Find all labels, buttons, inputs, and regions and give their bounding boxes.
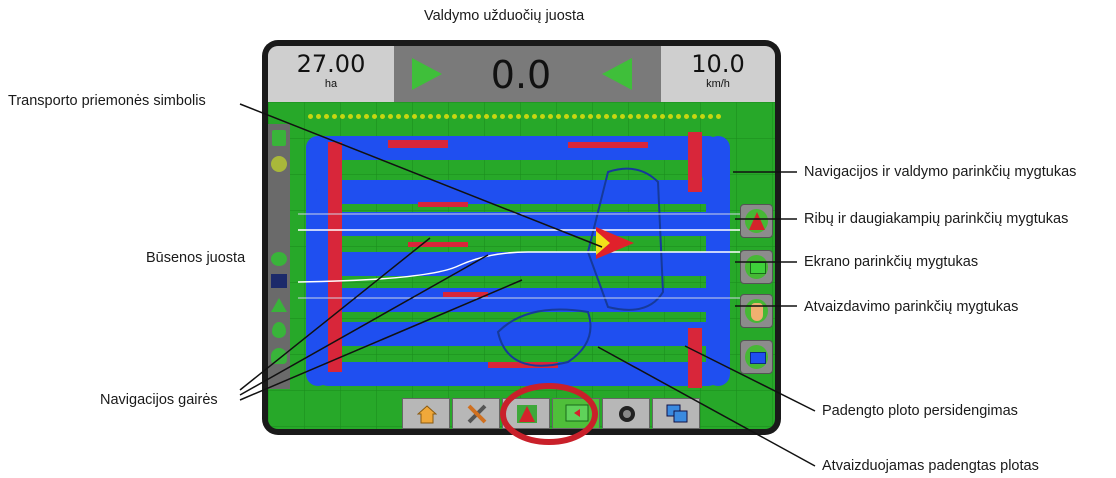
status-bar	[268, 124, 290, 389]
guidance-arrow-icon	[749, 212, 765, 230]
overlap-tab[interactable]	[652, 398, 700, 429]
guidance-map[interactable]	[268, 102, 775, 429]
home-icon	[417, 405, 437, 424]
speed-value: 10.0	[691, 50, 745, 78]
camera-tab[interactable]	[602, 398, 650, 429]
boundary-options-button[interactable]	[740, 250, 773, 284]
coverage-map-graphic	[268, 102, 775, 429]
overlap-icon	[666, 404, 688, 423]
camera-icon	[619, 406, 635, 422]
steering-status-icon	[271, 252, 287, 266]
options-column	[740, 102, 775, 429]
implement-status-icon	[271, 274, 287, 288]
callout-applied-area: Atvaizduojamas padengtas plotas	[822, 458, 1039, 474]
mapping-layer-icon	[750, 352, 766, 364]
vehicle-view-icon	[517, 405, 537, 423]
area-unit: ha	[324, 78, 338, 90]
speed-unit: km/h	[706, 78, 730, 90]
callout-guidance-lines: Navigacijos gairės	[100, 392, 218, 408]
callout-task-bar: Valdymo užduočių juosta	[424, 8, 585, 24]
callout-status-bar: Būsenos juosta	[146, 250, 246, 266]
guidance-screen-tab[interactable]	[552, 398, 600, 429]
drop-status-icon	[272, 322, 286, 338]
callout-boundary-options-button: Ribų ir daugiakampių parinkčių mygtukas	[804, 211, 1069, 227]
guidance-screen-icon	[565, 404, 589, 422]
boom-status-icon	[271, 348, 287, 364]
pointing-hand-icon	[751, 303, 763, 321]
center-readout: 0.0	[490, 53, 552, 97]
boundary-polygon-icon	[750, 262, 766, 274]
guidance-options-button[interactable]	[740, 204, 773, 238]
home-tab[interactable]	[402, 398, 450, 429]
callout-overlap: Padengto ploto persidengimas	[822, 403, 1018, 419]
console-screen: 27.00 ha 0.0 10.0 km/h	[262, 40, 781, 435]
tools-icon	[467, 404, 487, 424]
callout-vehicle-symbol: Transporto priemonės simbolis	[8, 93, 206, 109]
play-left-triangle-icon	[602, 58, 632, 90]
area-value: 27.00	[296, 50, 366, 78]
gnss-status-icon	[271, 156, 287, 172]
mapping-options-button[interactable]	[740, 340, 773, 374]
play-right-triangle-icon	[412, 58, 442, 90]
task-bar	[402, 398, 740, 429]
screen-options-button[interactable]	[740, 294, 773, 328]
area-readout[interactable]: 27.00 ha	[268, 46, 394, 102]
callout-mapping-options-button: Atvaizdavimo parinkčių mygtukas	[804, 299, 1019, 315]
dashboard-bar: 27.00 ha 0.0 10.0 km/h	[268, 46, 775, 102]
speed-readout[interactable]: 10.0 km/h	[661, 46, 775, 102]
vehicle-view-tab[interactable]	[502, 398, 550, 429]
tools-tab[interactable]	[452, 398, 500, 429]
callout-screen-options-button: Ekrano parinkčių mygtukas	[804, 254, 979, 270]
field-status-icon	[272, 130, 286, 146]
vehicle-symbol-icon	[596, 227, 634, 259]
tilt-status-icon	[271, 298, 287, 312]
callout-guidance-options-button: Navigacijos ir valdymo parinkčių mygtuka…	[804, 164, 1077, 180]
